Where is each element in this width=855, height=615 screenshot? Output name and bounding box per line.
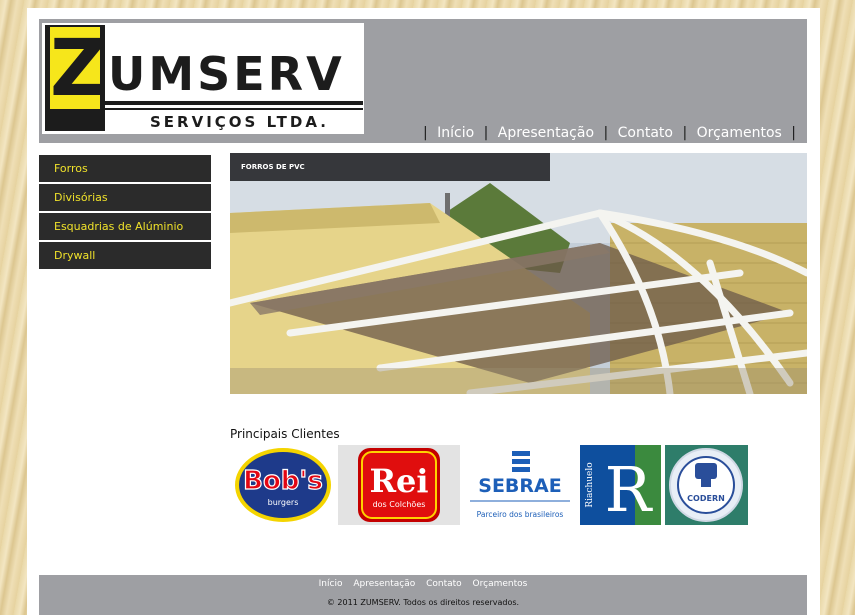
nav-separator: | <box>682 125 688 141</box>
top-navigation: | Início | Apresentação | Contato | Orça… <box>418 125 801 141</box>
sebrae-logo-text: SEBRAE <box>478 475 561 497</box>
nav-orcamentos[interactable]: Orçamentos <box>697 125 782 141</box>
logo-letter: Z <box>50 24 107 114</box>
codern-logo-text: CODERN <box>687 494 725 503</box>
riachuelo-logo-icon: R Riachuelo <box>580 445 661 526</box>
riachuelo-logo-text: R <box>605 453 654 525</box>
client-logo-riachuelo[interactable]: R Riachuelo <box>580 445 661 526</box>
rei-logo-subtext: dos Colchões <box>373 500 426 509</box>
sebrae-logo-icon: SEBRAE Parceiro dos brasileiros <box>464 445 576 525</box>
nav-separator: | <box>603 125 609 141</box>
logo-wordmark: UMSERV <box>108 47 345 101</box>
sidebar-menu: Forros Divisórias Esquadrias de Alúminio… <box>39 155 211 271</box>
nav-apresentacao[interactable]: Apresentação <box>498 125 594 141</box>
bobs-logo-subtext: burgers <box>268 498 299 507</box>
sidebar-item-divisorias[interactable]: Divisórias <box>39 184 211 211</box>
bobs-logo-text: Bob's <box>243 466 323 496</box>
logo-underline <box>105 101 363 105</box>
banner-caption: FORROS DE PVC <box>230 153 550 181</box>
sidebar-item-forros[interactable]: Forros <box>39 155 211 182</box>
client-logo-codern[interactable]: CODERN <box>665 445 748 525</box>
footer-navigation: Início Apresentação Contato Orçamentos <box>39 579 807 589</box>
site-footer: Início Apresentação Contato Orçamentos ©… <box>39 575 807 615</box>
banner-slideshow[interactable]: FORROS DE PVC <box>230 153 807 394</box>
rei-logo-icon: Rei dos Colchões <box>338 445 460 525</box>
codern-logo-icon: CODERN <box>665 445 748 525</box>
site-logo[interactable]: Z UMSERV SERVIÇOS LTDA. <box>42 23 364 134</box>
sidebar-item-esquadrias[interactable]: Esquadrias de Alúminio <box>39 213 211 240</box>
nav-inicio[interactable]: Início <box>437 125 474 141</box>
page-container: Z UMSERV SERVIÇOS LTDA. | Início | Apres… <box>27 8 820 615</box>
footer-link-inicio[interactable]: Início <box>319 579 343 589</box>
nav-contato[interactable]: Contato <box>618 125 673 141</box>
bobs-logo-icon: Bob's burgers <box>231 445 335 525</box>
sebrae-logo-subtext: Parceiro dos brasileiros <box>477 510 564 519</box>
copyright-text: © 2011 ZUMSERV. Todos os direitos reserv… <box>326 598 520 607</box>
client-logo-bobs[interactable]: Bob's burgers <box>231 445 335 525</box>
client-logo-sebrae[interactable]: SEBRAE Parceiro dos brasileiros <box>464 445 576 525</box>
banner-photo <box>230 153 807 394</box>
client-logo-rei[interactable]: Rei dos Colchões <box>338 445 460 525</box>
site-header: Z UMSERV SERVIÇOS LTDA. | Início | Apres… <box>39 19 807 143</box>
riachuelo-logo-subtext: Riachuelo <box>585 462 595 507</box>
nav-separator: | <box>483 125 489 141</box>
logo-tagline: SERVIÇOS LTDA. <box>150 113 329 131</box>
nav-separator: | <box>422 125 428 141</box>
logo-underline-thin <box>105 108 363 110</box>
clients-section-title: Principais Clientes <box>230 427 340 441</box>
footer-link-apresentacao[interactable]: Apresentação <box>353 579 415 589</box>
footer-link-orcamentos[interactable]: Orçamentos <box>473 579 528 589</box>
sidebar-item-drywall[interactable]: Drywall <box>39 242 211 269</box>
footer-link-contato[interactable]: Contato <box>426 579 462 589</box>
nav-separator: | <box>791 125 796 141</box>
rei-logo-text: Rei <box>369 462 428 500</box>
